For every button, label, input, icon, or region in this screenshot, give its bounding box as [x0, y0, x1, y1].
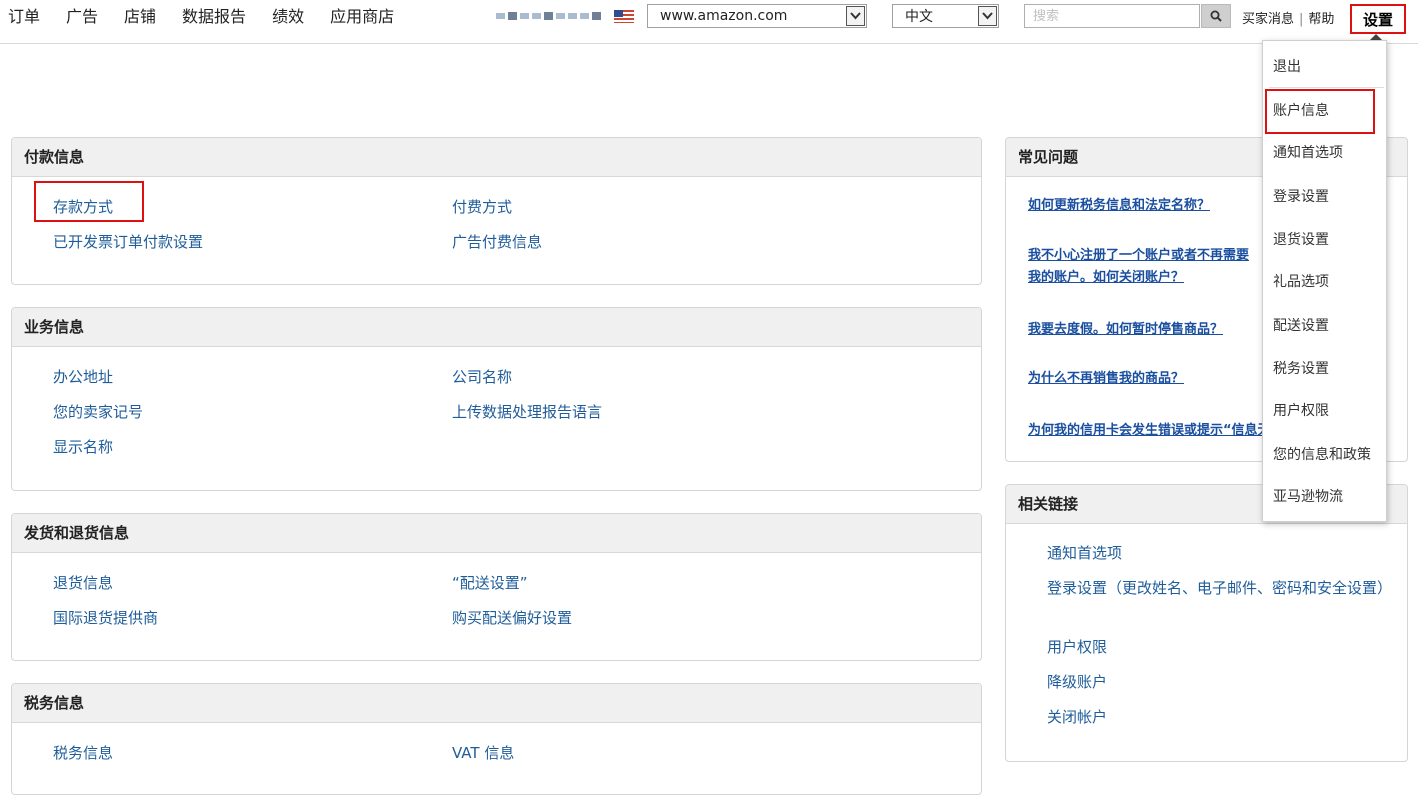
settings-menu-link[interactable]: 设置 [1350, 4, 1406, 34]
related-link[interactable]: 关闭帐户 [1047, 706, 1107, 728]
menu-item-info-policies[interactable]: 您的信息和政策 [1273, 445, 1371, 465]
faq-link[interactable]: 如何更新税务信息和法定名称？ [1028, 195, 1278, 217]
marketplace-value: www.amazon.com [660, 8, 788, 24]
faq-link[interactable]: 为何我的信用卡会发生错误或提示“信息无效”？ [1028, 420, 1263, 442]
buy-shipping-prefs-link[interactable]: 购买配送偏好设置 [452, 607, 572, 628]
language-value: 中文 [905, 9, 933, 25]
marketplace-select[interactable]: www.amazon.com [647, 4, 867, 28]
top-links: 买家消息 | 帮助 [1242, 8, 1334, 27]
seller-name-blurred [496, 12, 601, 20]
shipping-returns-panel: 发货和退货信息 退货信息 “配送设置” 国际退货提供商 购买配送偏好设置 [11, 513, 982, 661]
faq-link[interactable]: 我要去度假。如何暂时停售商品？ [1028, 319, 1278, 341]
charge-methods-link[interactable]: 付费方式 [452, 196, 512, 217]
highlight-box [34, 181, 144, 222]
chevron-down-icon[interactable] [846, 6, 865, 26]
tax-info-panel: 税务信息 税务信息 VAT 信息 [11, 683, 982, 795]
top-links-separator: | [1299, 12, 1304, 27]
seller-token-link[interactable]: 您的卖家记号 [53, 401, 143, 422]
related-link[interactable]: 登录设置（更改姓名、电子邮件、密码和安全设置） [1047, 577, 1392, 599]
menu-item-return-settings[interactable]: 退货设置 [1273, 230, 1329, 250]
display-name-link[interactable]: 显示名称 [53, 436, 113, 457]
invoiced-order-payment-link[interactable]: 已开发票订单付款设置 [53, 231, 203, 252]
intl-returns-provider-link[interactable]: 国际退货提供商 [53, 607, 158, 628]
chevron-down-icon[interactable] [978, 6, 997, 26]
nav-reports[interactable]: 数据报告 [182, 6, 246, 28]
menu-item-logout[interactable]: 退出 [1273, 57, 1301, 77]
related-link[interactable]: 用户权限 [1047, 636, 1107, 658]
nav-performance[interactable]: 绩效 [272, 6, 304, 28]
nav-advertising[interactable]: 广告 [66, 6, 98, 28]
menu-item-notifications[interactable]: 通知首选项 [1273, 143, 1343, 163]
top-bar: 订单 广告 店铺 数据报告 绩效 应用商店 www.amazon.com 中文 … [0, 0, 1418, 44]
tax-info-link[interactable]: 税务信息 [53, 742, 113, 763]
main-nav: 订单 广告 店铺 数据报告 绩效 应用商店 [8, 6, 420, 28]
payment-info-panel: 付款信息 存款方式 付费方式 已开发票订单付款设置 广告付费信息 [11, 137, 982, 285]
settings-dropdown-menu: 退出 账户信息 通知首选项 登录设置 退货设置 礼品选项 配送设置 税务设置 用… [1262, 40, 1387, 522]
language-select[interactable]: 中文 [892, 4, 999, 28]
faq-link[interactable]: 为什么不再销售我的商品？ [1028, 368, 1278, 390]
highlight-box [1265, 89, 1375, 134]
menu-divider [1269, 87, 1384, 88]
help-link[interactable]: 帮助 [1308, 12, 1334, 27]
ad-payment-info-link[interactable]: 广告付费信息 [452, 231, 542, 252]
nav-appstore[interactable]: 应用商店 [330, 6, 394, 28]
search-icon [1210, 10, 1222, 22]
menu-item-user-permissions[interactable]: 用户权限 [1273, 401, 1329, 421]
panel-title: 业务信息 [12, 308, 981, 347]
business-info-panel: 业务信息 办公地址 公司名称 您的卖家记号 上传数据处理报告语言 显示名称 [11, 307, 982, 491]
office-address-link[interactable]: 办公地址 [53, 366, 113, 387]
menu-item-fba[interactable]: 亚马逊物流 [1273, 487, 1343, 507]
upload-report-language-link[interactable]: 上传数据处理报告语言 [452, 401, 602, 422]
us-flag-icon [614, 10, 634, 23]
panel-title: 税务信息 [12, 684, 981, 723]
faq-link[interactable]: 我不小心注册了一个账户或者不再需要我的账户。如何关闭账户？ [1028, 245, 1258, 289]
related-links-panel: 相关链接 通知首选项 登录设置（更改姓名、电子邮件、密码和安全设置） 用户权限 … [1005, 484, 1408, 762]
related-link[interactable]: 通知首选项 [1047, 542, 1122, 564]
search-button[interactable] [1201, 4, 1231, 28]
panel-title: 发货和退货信息 [12, 514, 981, 553]
vat-info-link[interactable]: VAT 信息 [452, 742, 514, 763]
menu-item-gift-options[interactable]: 礼品选项 [1273, 272, 1329, 292]
shipping-settings-link[interactable]: “配送设置” [452, 572, 528, 593]
menu-item-login-settings[interactable]: 登录设置 [1273, 187, 1329, 207]
return-info-link[interactable]: 退货信息 [53, 572, 113, 593]
menu-item-tax-settings[interactable]: 税务设置 [1273, 359, 1329, 379]
panel-title: 付款信息 [12, 138, 981, 177]
menu-item-shipping-settings[interactable]: 配送设置 [1273, 316, 1329, 336]
related-link[interactable]: 降级账户 [1047, 671, 1107, 693]
nav-orders[interactable]: 订单 [8, 6, 40, 28]
company-name-link[interactable]: 公司名称 [452, 366, 512, 387]
search-input[interactable] [1024, 4, 1200, 28]
buyer-messages-link[interactable]: 买家消息 [1242, 12, 1294, 27]
nav-stores[interactable]: 店铺 [124, 6, 156, 28]
